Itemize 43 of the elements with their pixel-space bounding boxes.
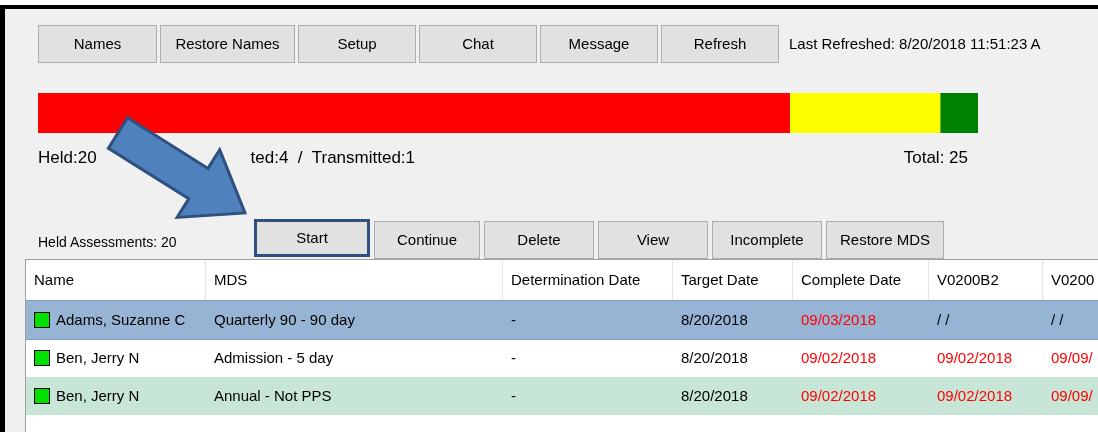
- status-square-icon: [34, 350, 50, 366]
- toolbar-button[interactable]: Refresh: [661, 25, 779, 63]
- total-text: Total: 25: [903, 147, 968, 170]
- table-cell-text: 09/03/2018: [801, 309, 877, 330]
- table-cell-text: 09/02/2018: [937, 347, 1013, 368]
- table-cell-text: / /: [1051, 309, 1064, 330]
- toolbar-button[interactable]: Message: [540, 25, 658, 63]
- table-cell-text: 8/20/2018: [681, 385, 748, 406]
- table-cell-text: / /: [937, 309, 950, 330]
- status-square-icon: [34, 312, 50, 328]
- action-button[interactable]: View: [598, 221, 708, 259]
- action-button[interactable]: Restore MDS: [826, 221, 944, 259]
- table-cell-text: 8/20/2018: [681, 309, 748, 330]
- status-square-icon: [34, 388, 50, 404]
- action-button[interactable]: Continue: [374, 221, 480, 259]
- counts-text: ted:4 / Transmitted:1: [250, 147, 416, 170]
- toolbar-button[interactable]: Names: [38, 25, 157, 63]
- table-cell-text: -: [511, 309, 516, 330]
- table-cell-text: 09/02/2018: [801, 347, 877, 368]
- table-cell-text: Adams, Suzanne C: [56, 309, 186, 330]
- table-row[interactable]: Ben, Jerry N Annual - Not PPS - 8/20/2018 09/02/2018 09/02/2018 09/09/: [26, 377, 1098, 415]
- action-button[interactable]: Incomplete: [712, 221, 822, 259]
- table-cell-text: 09/09/: [1051, 347, 1093, 368]
- held-assessments-label: Held Assessments: 20: [38, 232, 178, 252]
- table-cell-text: -: [511, 385, 516, 406]
- toolbar-button[interactable]: Setup: [298, 25, 416, 63]
- table-cell-text: 8/20/2018: [681, 347, 748, 368]
- table-cell-text: Quarterly 90 - 90 day: [214, 309, 355, 330]
- table-cell-text: Ben, Jerry N: [56, 385, 140, 406]
- table-cell-text: Annual - Not PPS: [214, 385, 332, 406]
- held-count-text: Held:20: [38, 147, 97, 170]
- table-cell-text: 09/09/: [1051, 385, 1093, 406]
- table-cell-text: Ben, Jerry N: [56, 347, 140, 368]
- toolbar-button[interactable]: Chat: [419, 25, 537, 63]
- table-row[interactable]: Adams, Suzanne C Quarterly 90 - 90 day - 8/20/2018 09/03/2018 / / / /: [26, 301, 1098, 339]
- table-cell-text: Admission - 5 day: [214, 347, 334, 368]
- action-button[interactable]: Delete: [484, 221, 594, 259]
- action-button[interactable]: Start: [254, 219, 370, 257]
- last-refreshed-text: Last Refreshed: 8/20/2018 11:51:23 A: [789, 33, 1041, 54]
- toolbar-button[interactable]: Restore Names: [160, 25, 295, 63]
- table-cell-text: 09/02/2018: [937, 385, 1013, 406]
- table-cell-text: 09/02/2018: [801, 385, 877, 406]
- table-cell-text: -: [511, 347, 516, 368]
